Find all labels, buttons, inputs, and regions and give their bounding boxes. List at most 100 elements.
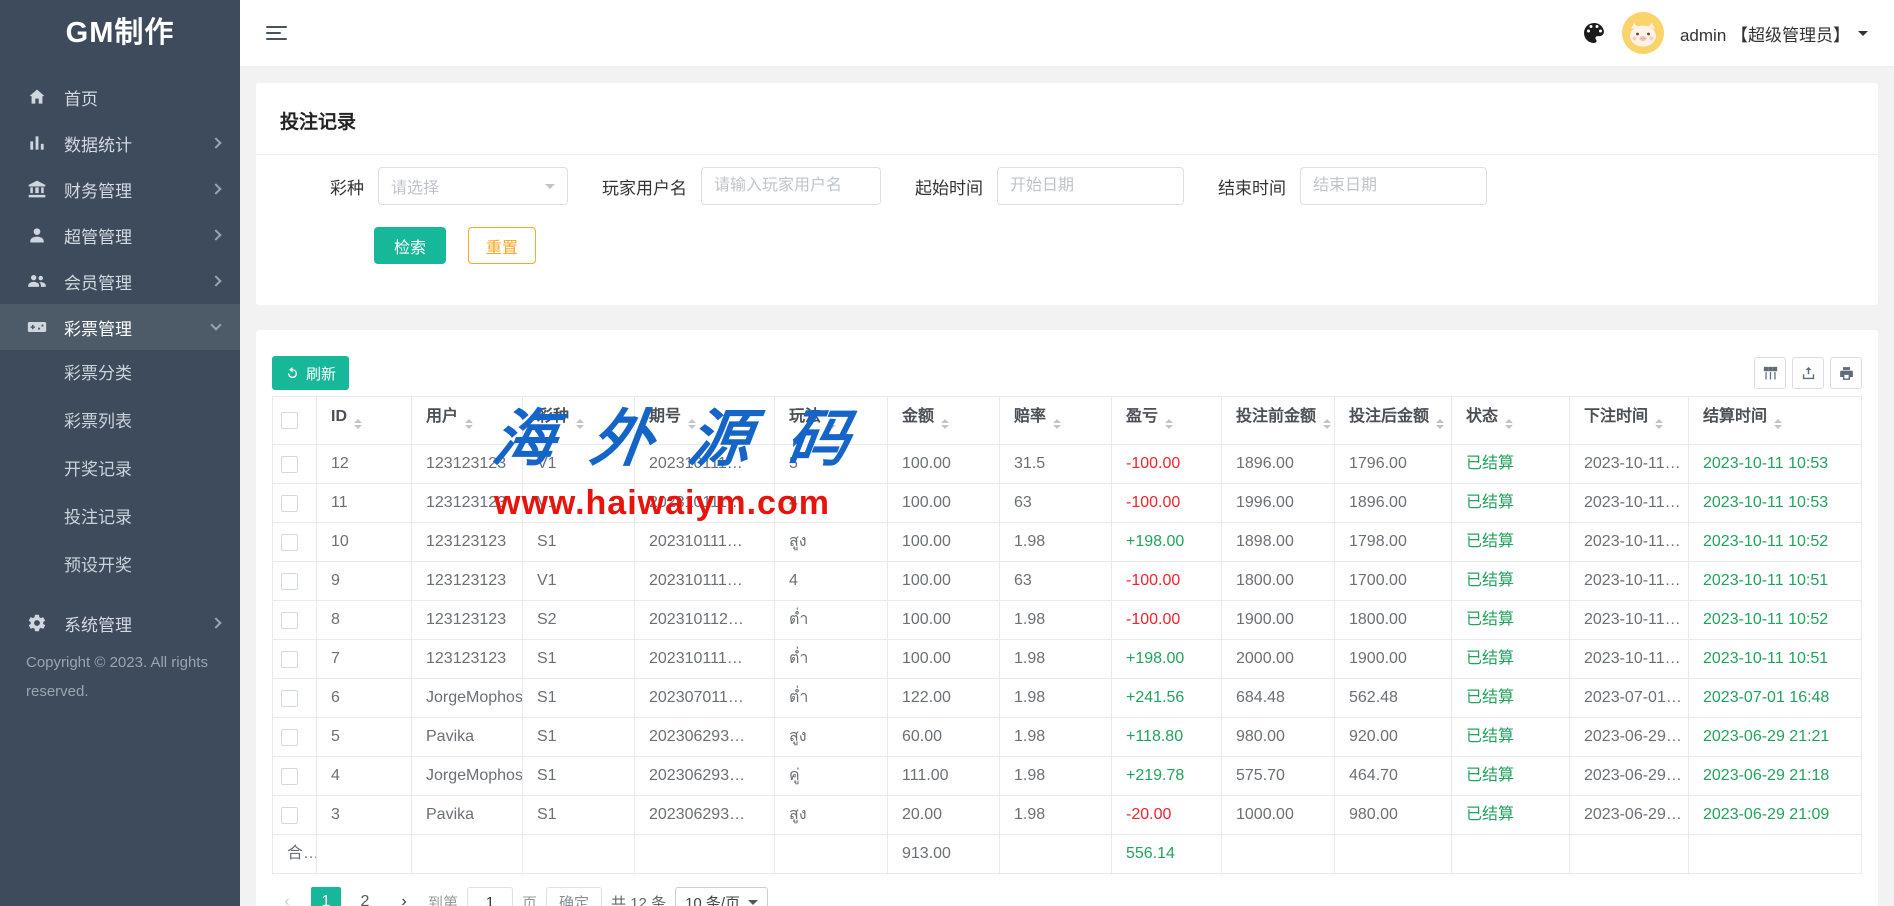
player-input[interactable] <box>701 167 881 205</box>
column-header[interactable]: 彩种 <box>523 397 635 445</box>
row-checkbox[interactable] <box>281 534 298 551</box>
column-header[interactable]: 金额 <box>888 397 1000 445</box>
print-button[interactable] <box>1830 357 1862 389</box>
table-cell: 1898.00 <box>1222 523 1335 562</box>
table-cell: 已结算 <box>1452 640 1570 679</box>
table-cell: 5 <box>775 445 888 484</box>
column-header[interactable]: 盈亏 <box>1112 397 1222 445</box>
row-checkbox[interactable] <box>281 768 298 785</box>
table-cell: 464.70 <box>1335 757 1452 796</box>
sort-icon[interactable] <box>576 415 584 433</box>
table-row: 11123123123V1202310111…4100.0063-100.001… <box>273 484 1862 523</box>
table-cell: 已结算 <box>1452 523 1570 562</box>
theme-palette-icon[interactable] <box>1582 21 1606 45</box>
start-date-input[interactable] <box>997 167 1184 205</box>
row-checkbox[interactable] <box>281 807 298 824</box>
sort-asc-icon <box>941 415 949 423</box>
table-cell: V1 <box>523 445 635 484</box>
sidebar-item-finance[interactable]: 财务管理 <box>0 166 240 212</box>
columns-filter-button[interactable] <box>1754 357 1786 389</box>
lottery-label: 彩种 <box>330 174 364 199</box>
jump-page-input[interactable] <box>467 887 513 906</box>
sidebar-item-home[interactable]: 首页 <box>0 74 240 120</box>
next-page-button[interactable]: › <box>389 887 419 906</box>
lottery-select[interactable]: 请选择 <box>378 167 568 205</box>
sort-icon[interactable] <box>465 415 473 433</box>
per-page-select[interactable]: 10 条/页 <box>675 887 768 906</box>
table-cell: +219.78 <box>1112 757 1222 796</box>
column-header[interactable]: 用户 <box>412 397 523 445</box>
row-checkbox[interactable] <box>281 495 298 512</box>
end-date-input[interactable] <box>1300 167 1487 205</box>
page-button-2[interactable]: 2 <box>350 887 380 906</box>
sort-icon[interactable] <box>1505 415 1513 433</box>
row-checkbox[interactable] <box>281 573 298 590</box>
sidebar-item-system[interactable]: 系统管理 <box>0 600 240 646</box>
sort-icon[interactable] <box>1165 415 1173 433</box>
column-header[interactable]: 投注后金额 <box>1335 397 1452 445</box>
row-select-cell <box>273 679 317 718</box>
player-filter-group: 玩家用户名 <box>602 167 881 205</box>
sort-asc-icon <box>1323 415 1331 423</box>
sidebar-subitem-draw-records[interactable]: 开奖记录 <box>0 446 240 494</box>
column-header[interactable]: 赔率 <box>1000 397 1112 445</box>
table-cell: 已结算 <box>1452 718 1570 757</box>
sort-icon[interactable] <box>828 415 836 433</box>
row-checkbox[interactable] <box>281 651 298 668</box>
reset-button[interactable]: 重置 <box>468 227 536 264</box>
menu-toggle-icon[interactable] <box>266 22 290 44</box>
sidebar-subitem-bet-records[interactable]: 投注记录 <box>0 494 240 542</box>
user-dropdown[interactable]: admin 【超级管理员】 <box>1680 21 1868 46</box>
column-header[interactable]: 状态 <box>1452 397 1570 445</box>
sort-icon[interactable] <box>688 415 696 433</box>
sort-icon[interactable] <box>1436 415 1444 433</box>
avatar[interactable] <box>1622 12 1664 54</box>
row-checkbox[interactable] <box>281 690 298 707</box>
column-header[interactable]: 玩法 <box>775 397 888 445</box>
table-cell: 100.00 <box>888 601 1000 640</box>
pagination: ‹ 1 2 › 到第 页 确定 共 12 条 10 条/页 <box>272 874 1862 906</box>
export-button[interactable] <box>1792 357 1824 389</box>
row-checkbox[interactable] <box>281 729 298 746</box>
table-cell: 202306293… <box>635 796 775 835</box>
column-header[interactable]: ID <box>317 397 412 445</box>
sort-icon[interactable] <box>1053 415 1061 433</box>
table-cell: 2023-10-11 10:52 <box>1689 523 1862 562</box>
sidebar-subitem-lottery-category[interactable]: 彩票分类 <box>0 350 240 398</box>
sidebar-subitem-lottery-list[interactable]: 彩票列表 <box>0 398 240 446</box>
table-cell: ต่ำ <box>775 601 888 640</box>
table-cell: 2023-10-11 10:53 <box>1689 484 1862 523</box>
sidebar-menu: 首页 数据统计 财务管理 超管管理 会员管理 <box>0 66 240 646</box>
sidebar-subitem-label: 彩票分类 <box>64 364 132 383</box>
select-all-checkbox[interactable] <box>281 412 298 429</box>
prev-page-button[interactable]: ‹ <box>272 887 302 906</box>
sidebar-item-members[interactable]: 会员管理 <box>0 258 240 304</box>
table-cell: -100.00 <box>1112 445 1222 484</box>
table-cell: 202307011… <box>635 679 775 718</box>
sidebar-item-superadmin[interactable]: 超管管理 <box>0 212 240 258</box>
column-header[interactable]: 结算时间 <box>1689 397 1862 445</box>
row-checkbox[interactable] <box>281 456 298 473</box>
sort-icon[interactable] <box>941 415 949 433</box>
sort-icon[interactable] <box>1774 415 1782 433</box>
gamepad-icon <box>26 316 48 338</box>
page-button-1[interactable]: 1 <box>311 887 341 906</box>
column-header[interactable]: 投注前金额 <box>1222 397 1335 445</box>
row-checkbox[interactable] <box>281 612 298 629</box>
topbar-right: admin 【超级管理员】 <box>1582 12 1868 54</box>
sort-icon[interactable] <box>1655 415 1663 433</box>
chevron-down-icon <box>545 184 555 194</box>
sort-icon[interactable] <box>1323 415 1331 433</box>
search-button[interactable]: 检索 <box>374 227 446 264</box>
jump-confirm-button[interactable]: 确定 <box>546 887 602 906</box>
sort-icon[interactable] <box>354 415 362 433</box>
table-cell: 1800.00 <box>1335 601 1452 640</box>
table-cell: 684.48 <box>1222 679 1335 718</box>
total-label-cell: 合… <box>273 835 317 874</box>
column-header[interactable]: 下注时间 <box>1570 397 1689 445</box>
sidebar-item-lottery[interactable]: 彩票管理 <box>0 304 240 350</box>
sidebar-item-statistics[interactable]: 数据统计 <box>0 120 240 166</box>
column-header[interactable]: 期号 <box>635 397 775 445</box>
refresh-button[interactable]: 刷新 <box>272 356 349 390</box>
sidebar-subitem-preset-draw[interactable]: 预设开奖 <box>0 542 240 590</box>
